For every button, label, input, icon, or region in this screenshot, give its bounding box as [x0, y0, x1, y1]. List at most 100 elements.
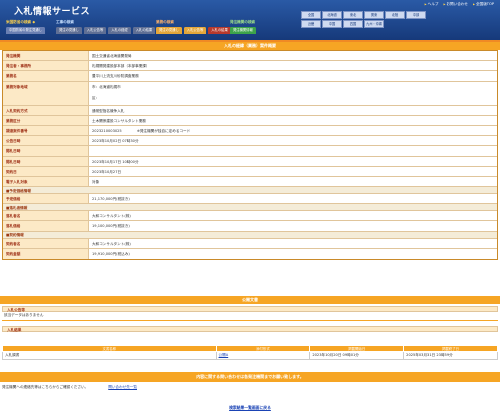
detail-value-code: 2023210003025 — [92, 128, 122, 133]
site-title: 入札情報サービス — [14, 7, 91, 17]
detail-row: 開札日時 — [3, 146, 497, 157]
nav-group-title: 米国防省の検索 ◆ — [6, 20, 36, 24]
region-button-chugoku[interactable]: 中国 — [322, 20, 342, 28]
top-link[interactable]: 全国版TOP — [473, 2, 494, 7]
detail-label: 開札日時 — [3, 146, 89, 156]
region-button-hokkaido[interactable]: 北海道 — [322, 11, 342, 19]
detail-label: 業務対象地域 — [3, 81, 89, 105]
detail-label: 調達案件番号 — [3, 125, 89, 136]
tab-agency-info[interactable]: 発注機関情報 — [230, 27, 256, 34]
nav-group-agencies: 発注機関の検索 発注機関情報 — [230, 20, 256, 34]
region-button-chubu[interactable]: 中部 — [406, 11, 426, 19]
region-spacer — [280, 11, 300, 19]
detail-row: 契約日 2023年10月27日 — [3, 166, 497, 177]
detail-value-city: 市：北海道札幌市 — [92, 84, 121, 89]
region-spacer — [280, 20, 300, 28]
detail-label: 発注機関 — [3, 51, 89, 61]
region-button-kyushu[interactable]: 九州・沖縄 — [364, 20, 384, 28]
detail-value: 国土交通省北海道開発局 — [92, 54, 132, 58]
detail-label: 契約金額 — [3, 248, 89, 259]
detail-value: 通常型指名競争入札 — [92, 108, 125, 113]
tab-services-result[interactable]: 入札の結果 — [208, 27, 231, 34]
detail-row: 発注機関 国土交通省北海道開発局 — [3, 51, 497, 62]
detail-value: 19,910,000円(税込み) — [92, 251, 130, 256]
winner-section-heading: ■落札者情報 — [3, 204, 497, 212]
contract-section-heading: ■契約情報 — [3, 231, 497, 239]
nav-group-construction: 工事の検索 発注の見通し 入札公告等 入札の経緯 入札の結果 — [56, 20, 156, 34]
region-selector: 全国 北海道 東北 関東 北陸 中部 近畿 中国 四国 九州・沖縄 — [280, 11, 496, 28]
tab-construction-notice[interactable]: 入札公告等 — [83, 27, 107, 34]
page-title: 入札の経緯（業務）案件概要 — [0, 42, 500, 50]
region-spacer — [448, 11, 468, 19]
detail-row: 業務区分 土木関係建設コンサルタント業務 — [3, 115, 497, 126]
notice-empty-text: 該当データはありません — [4, 313, 44, 317]
tab-services-outlook[interactable]: 発注の見通し — [156, 27, 182, 34]
doc-end-cell: 2025年03月31日 23時59分 — [403, 351, 498, 360]
detail-label: 入札契約方式 — [3, 105, 89, 115]
detail-label: 電子入札対象 — [3, 176, 89, 187]
detail-label: 契約者名 — [3, 238, 89, 248]
divider — [2, 320, 498, 321]
detail-value: 対象 — [92, 179, 100, 184]
region-button-kanto[interactable]: 関東 — [364, 11, 384, 19]
region-button-shikoku[interactable]: 四国 — [343, 20, 363, 28]
result-table: 文書名称 添付形式 掲載開始日 掲載終了日 入札調書 公開A 2023年10月2… — [2, 345, 498, 360]
detail-value: 大和コンサルタント(株) — [92, 214, 131, 219]
region-button-zenkoku[interactable]: 全国 — [301, 11, 321, 19]
detail-table: 発注機関 国土交通省北海道開発局 発注者・事務所 札幌開発建設部本部（本部事業課… — [2, 50, 498, 260]
price-section-heading: ■予定価格情報 — [3, 187, 497, 195]
nav-group-navy: 米国防省の検索 ◆ 中国防省の発注見通し — [6, 20, 45, 34]
back-to-results-link[interactable]: 検索結果一覧画面に戻る — [229, 405, 271, 410]
detail-label: 落札価格 — [3, 221, 89, 231]
nav-group-title: 工事の検索 — [56, 20, 74, 24]
contact-label: 発注機関への連絡先等はこちらからご確認ください。 — [2, 385, 89, 389]
header-links: ヘルプ お問い合わせ 全国版TOP — [425, 2, 494, 7]
detail-row: 落札者名 大和コンサルタント(株) — [3, 211, 497, 222]
tab-construction-process[interactable]: 入札の経緯 — [108, 27, 131, 34]
nav-group-services: 業務の検索 発注の見通し 入札公告等 入札の結果 — [156, 20, 231, 34]
detail-label: 開札日時 — [3, 156, 89, 166]
detail-label: 発注者・事務所 — [3, 61, 89, 71]
tab-services-notice[interactable]: 入札公告等 — [183, 27, 207, 34]
detail-row: 調達案件番号 2023210003025 ※発注機関が独自に定めるコード — [3, 125, 497, 137]
detail-value: 大和コンサルタント(株) — [92, 241, 131, 246]
detail-value: 2023年10月17日 10時00分 — [92, 159, 139, 164]
table-row: 入札調書 公開A 2023年10月20日 09時01分 2025年03月31日 … — [2, 351, 498, 360]
detail-label: 予定価格 — [3, 194, 89, 204]
tab-construction-result[interactable]: 入札の結果 — [132, 27, 156, 34]
detail-value: 19,100,000円(税抜き) — [92, 224, 130, 229]
help-link[interactable]: ヘルプ — [425, 2, 439, 7]
doc-name-cell: 入札調書 — [2, 351, 217, 360]
detail-row: 開札日時 2023年10月17日 10時00分 — [3, 156, 497, 167]
contact-link[interactable]: お問い合わせ — [443, 2, 468, 7]
contact-list-link[interactable]: 問い合わせ先一覧 — [108, 385, 137, 390]
detail-value: 札幌開発建設部本部（本部事業課） — [92, 64, 150, 69]
doc-start-cell: 2023年10月20日 09時01分 — [309, 351, 405, 360]
region-button-tohoku[interactable]: 東北 — [343, 11, 363, 19]
detail-label: 業務名 — [3, 71, 89, 81]
detail-row: 業務対象地域 市：北海道札幌市 区： — [3, 81, 497, 106]
doc-format-link[interactable]: 公開A — [215, 351, 311, 360]
detail-value: 豊平川上流支川砂防調査業務 — [92, 74, 139, 79]
detail-label: 落札者名 — [3, 211, 89, 221]
detail-value: 2023年10月27日 — [92, 169, 122, 174]
tab-construction-outlook[interactable]: 発注の見通し — [56, 27, 82, 34]
site-header: 入札情報サービス ヘルプ お問い合わせ 全国版TOP 全国 北海道 東北 関東 … — [0, 0, 500, 40]
detail-value: 2023年10月02日 07時30分 — [92, 139, 139, 144]
result-band: 入札結果 — [2, 326, 498, 332]
nav-group-title: 発注機関の検索 — [230, 20, 256, 24]
tab-navy-outlook[interactable]: 中国防省の発注見通し — [6, 27, 45, 34]
region-button-hokuriku[interactable]: 北陸 — [385, 11, 405, 19]
region-button-kinki[interactable]: 近畿 — [301, 20, 321, 28]
detail-value: 市：北海道札幌市 区： — [89, 82, 497, 105]
detail-value: 2023210003025 ※発注機関が独自に定めるコード — [89, 126, 497, 135]
detail-row: 契約者名 大和コンサルタント(株) — [3, 238, 497, 249]
contact-heading: 内容に関する問い合わせは各発注機関までお願い致します。 — [0, 372, 500, 382]
detail-row: 予定価格 21,170,000円(税抜き) — [3, 194, 497, 205]
detail-row: 落札価格 19,100,000円(税抜き) — [3, 221, 497, 232]
region-spacer — [469, 11, 489, 19]
nav-group-title: 業務の検索 — [156, 20, 174, 24]
detail-row: 入札契約方式 通常型指名競争入札 — [3, 105, 497, 116]
result-heading: 入札結果 — [2, 326, 498, 332]
back-link-container: 検索結果一覧画面に戻る — [0, 405, 500, 411]
